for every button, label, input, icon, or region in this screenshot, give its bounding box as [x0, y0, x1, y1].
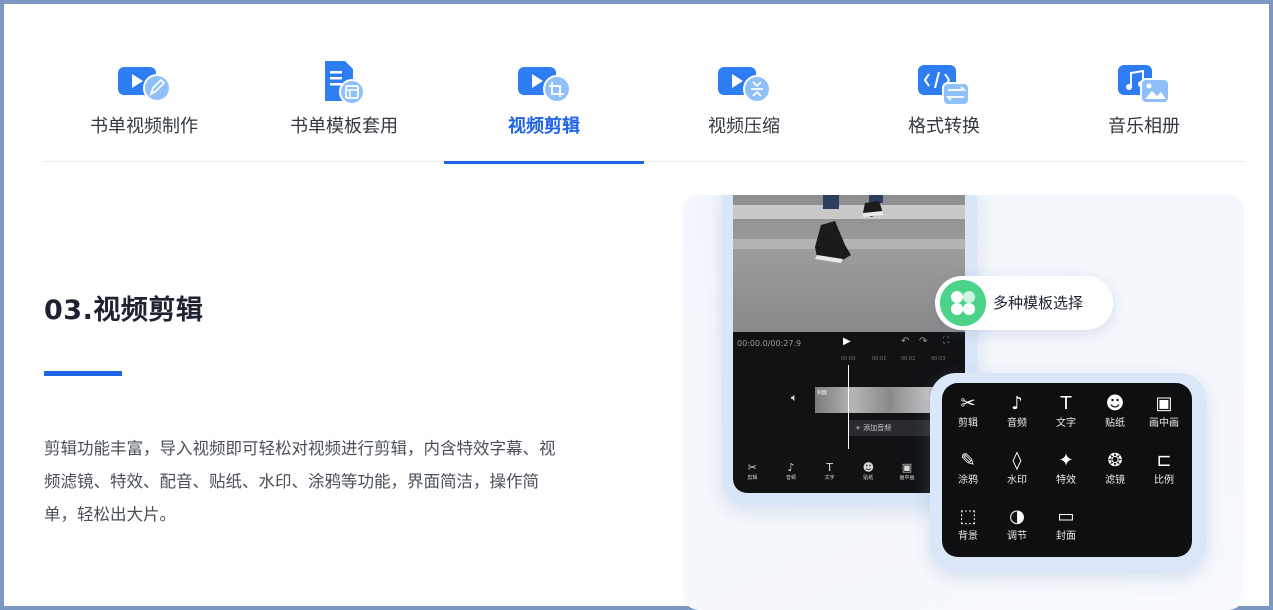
pip-icon: ▣ [1155, 393, 1173, 414]
tab-format-convert[interactable]: 格式转换 [844, 4, 1044, 162]
tool-label: 剪辑 [958, 418, 978, 429]
music-note-icon: ♪ [1011, 393, 1023, 414]
phone-tool-sticker[interactable]: ☻ 贴纸 [853, 461, 883, 493]
fullscreen-icon[interactable]: ⛶ [943, 336, 949, 346]
tool-cover[interactable]: ▭ 封面 [1042, 504, 1090, 554]
tab-label: 书单视频制作 [90, 116, 198, 137]
scissors-icon: ✂ [960, 393, 976, 414]
tool-watermark[interactable]: ◊ 水印 [993, 448, 1041, 498]
phone-tool-pip[interactable]: ▣ 画中画 [892, 461, 922, 493]
tool-label: 背景 [958, 531, 978, 542]
tab-label: 书单模板套用 [290, 116, 398, 137]
section-description: 剪辑功能丰富，导入视频即可轻松对视频进行剪辑，内含特效字幕、视频滤镜、特效、配音… [44, 439, 556, 524]
tab-booklist-template[interactable]: 书单模板套用 [244, 4, 444, 162]
phone-tool-audio[interactable]: ♪ 音频 [776, 461, 806, 493]
add-audio-label: + 添加音频 [855, 424, 892, 432]
redo-icon[interactable]: ↷ [919, 336, 927, 347]
pip-icon: ▣ [901, 461, 913, 474]
video-compress-icon [718, 67, 771, 103]
play-icon[interactable]: ▶ [843, 336, 851, 347]
tab-video-compress[interactable]: 视频压缩 [644, 4, 844, 162]
tab-label: 视频压缩 [708, 116, 780, 137]
cover-icon: ▭ [1057, 506, 1075, 527]
template-choice-label: 多种模板选择 [993, 294, 1084, 312]
filter-icon: ❂ [1107, 450, 1123, 471]
tool-label: 滤镜 [1105, 475, 1125, 486]
tab-booklist-video[interactable]: 书单视频制作 [44, 4, 244, 162]
brush-icon: ✎ [960, 450, 976, 471]
tool-sticker[interactable]: ☻ 贴纸 [1091, 391, 1139, 441]
tool-label: 涂鸦 [958, 475, 978, 486]
ruler-tick: 00:00 [841, 356, 856, 362]
video-preview [733, 195, 965, 332]
tool-label: 音频 [785, 475, 796, 481]
sparkle-icon: ✦ [1058, 450, 1074, 471]
document-template-icon [325, 61, 365, 105]
music-album-icon [1118, 65, 1170, 104]
tool-audio[interactable]: ♪ 音频 [993, 391, 1041, 441]
tool-label: 画中画 [899, 475, 915, 481]
adjust-icon: ◑ [1009, 506, 1025, 527]
edit-tools-card: ✂ 剪辑 ♪ 音频 T 文字 ☻ 贴纸 ▣ 画中画 ✎ 涂鸦 ◊ 水印 ✦ 特效 ❂ 滤镜 ⊏ 比例… [942, 383, 1192, 557]
music-note-icon: ♪ [787, 461, 795, 474]
tool-label: 贴纸 [863, 475, 874, 481]
playback-bar: 00:00.0/00:27.9 ▶ ↶ ↷ ⛶ [733, 332, 965, 354]
volume-icon[interactable]: 🔈︎ [791, 391, 798, 405]
playhead[interactable] [848, 365, 849, 449]
section-title: 03.视频剪辑 [44, 295, 204, 326]
ruler-tick: 00:02 [901, 356, 916, 362]
drop-icon: ◊ [1012, 450, 1022, 471]
tool-effect[interactable]: ✦ 特效 [1042, 448, 1090, 498]
ruler-tick: 00:03 [931, 356, 946, 362]
tool-label: 调节 [1007, 531, 1027, 542]
tab-label: 格式转换 [908, 116, 980, 137]
tab-label: 音乐相册 [1108, 116, 1180, 137]
section-underline [44, 371, 122, 376]
phone-tool-cut[interactable]: ✂ 剪辑 [737, 461, 767, 493]
tool-ratio[interactable]: ⊏ 比例 [1140, 448, 1188, 498]
tool-label: 特效 [1056, 475, 1076, 486]
tool-label: 画中画 [1149, 418, 1179, 429]
background-icon: ⬚ [959, 506, 977, 527]
tab-video-edit[interactable]: 视频剪辑 [444, 4, 644, 164]
sticker-icon: ☻ [1105, 393, 1125, 414]
tool-label: 文字 [1056, 418, 1076, 429]
clover-icon [940, 280, 986, 326]
template-choice-badge: 多种模板选择 [935, 276, 1113, 330]
feature-tabs: 书单视频制作 书单模板套用 视频剪辑 视频压缩 格式转换 音乐相册 [44, 4, 1244, 164]
undo-icon[interactable]: ↶ [901, 336, 909, 347]
text-icon: T [826, 461, 833, 474]
tool-pip[interactable]: ▣ 画中画 [1140, 391, 1188, 441]
video-crop-icon [518, 67, 571, 103]
tool-label: 比例 [1154, 475, 1174, 486]
scissors-icon: ✂ [747, 461, 757, 474]
tool-label: 音频 [1007, 418, 1027, 429]
tool-adjust[interactable]: ◑ 调节 [993, 504, 1041, 554]
tab-music-album[interactable]: 音乐相册 [1044, 4, 1244, 162]
tool-label: 文字 [824, 475, 835, 481]
feature-illustration: 00:00.0/00:27.9 ▶ ↶ ↷ ⛶ 00:00 00:01 00:0… [683, 195, 1244, 610]
video-edit-icon [118, 67, 171, 102]
code-convert-icon [918, 65, 970, 106]
tool-background[interactable]: ⬚ 背景 [944, 504, 992, 554]
clip-label: 封面 [817, 390, 828, 396]
sneaker-image [815, 195, 883, 263]
tool-label: 贴纸 [1105, 418, 1125, 429]
sticker-icon: ☻ [862, 461, 875, 474]
tool-cut[interactable]: ✂ 剪辑 [944, 391, 992, 441]
time-readout: 00:00.0/00:27.9 [737, 339, 802, 348]
tool-label: 剪辑 [747, 475, 758, 481]
timeline-ruler: 00:00 00:01 00:02 00:03 [733, 354, 965, 364]
tool-doodle[interactable]: ✎ 涂鸦 [944, 448, 992, 498]
tool-text[interactable]: T 文字 [1042, 391, 1090, 441]
ratio-icon: ⊏ [1156, 450, 1172, 471]
ruler-tick: 00:01 [872, 356, 887, 362]
text-icon: T [1060, 393, 1072, 414]
phone-tool-text[interactable]: T 文字 [815, 461, 845, 493]
tool-filter[interactable]: ❂ 滤镜 [1091, 448, 1139, 498]
tool-label: 封面 [1056, 531, 1076, 542]
tab-label: 视频剪辑 [508, 116, 580, 137]
tool-label: 水印 [1007, 475, 1027, 486]
